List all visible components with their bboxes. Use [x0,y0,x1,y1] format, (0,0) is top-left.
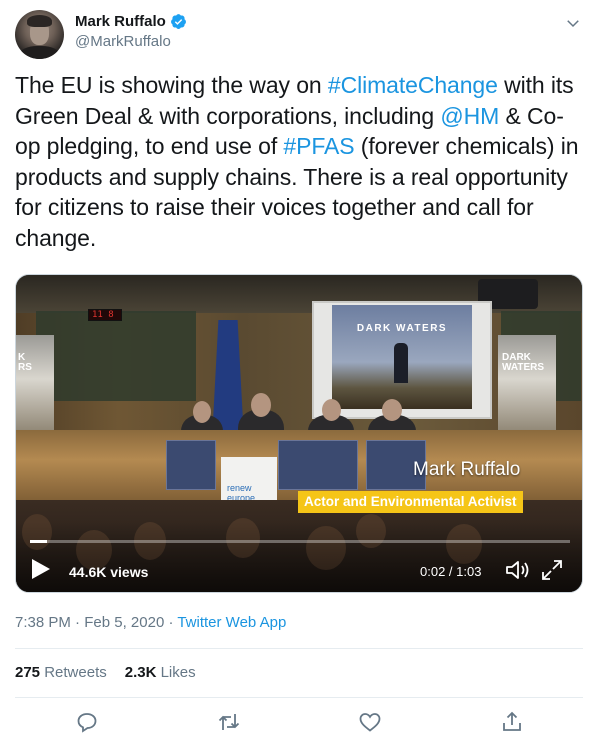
meta-separator: · [164,614,178,631]
retweets-stat[interactable]: 275 Retweets [15,664,107,681]
tweet-text-segment: The EU is showing the way on [15,72,328,98]
caption-name: Mark Ruffalo [413,459,521,480]
view-count: 44.6K views [69,564,149,580]
side-banner-right-text: DARK WATERS [502,352,545,373]
avatar-hair [27,15,52,27]
volume-icon[interactable] [504,558,530,582]
video-scene-window [36,311,196,401]
video-controls-shade [16,522,582,592]
display-name[interactable]: Mark Ruffalo [75,13,166,30]
tweet-stats: 275 Retweets 2.3K Likes [15,664,196,681]
clock-text: 11 8 [92,310,114,320]
tweet-actions [0,710,598,738]
progress-bar[interactable] [30,540,570,543]
tweet-link[interactable]: #PFAS [283,133,354,159]
tweet-source[interactable]: Twitter Web App [177,614,286,631]
tweet-link[interactable]: #ClimateChange [328,72,498,98]
panelist-head [382,399,402,421]
reply-icon[interactable] [75,710,99,734]
fullscreen-icon[interactable] [540,558,564,582]
panelist-head [322,399,341,421]
side-banner-right: DARK WATERS [498,335,556,445]
video-scene-clock: 11 8 [88,309,122,321]
poster-figure [394,343,408,383]
side-banner-left-text: K RS [18,352,32,373]
tweet-link[interactable]: @HM [440,103,499,129]
desk-panel [166,440,216,490]
desk-panel [278,440,358,490]
avatar-shirt [19,46,60,59]
progress-fill [30,540,48,543]
tweet-time[interactable]: 7:38 PM [15,614,71,631]
tweet-header: Mark Ruffalo @MarkRuffalo [15,10,585,62]
name-row: Mark Ruffalo [75,13,187,30]
meta-separator: · [70,614,85,631]
retweets-label: Retweets [44,664,107,681]
movie-poster: DARK WATERS [332,305,472,409]
chevron-down-icon[interactable] [564,14,582,32]
share-icon[interactable] [500,710,524,734]
like-icon[interactable] [358,710,382,734]
avatar[interactable] [15,10,64,59]
tweet-date[interactable]: Feb 5, 2020 [84,614,164,631]
retweet-icon[interactable] [217,710,241,734]
play-icon[interactable] [30,557,52,581]
divider [15,648,583,649]
side-banner-left: K RS [16,335,54,445]
tweet-text: The EU is showing the way on #ClimateCha… [15,70,583,253]
video-player[interactable]: 11 8 K RS DARK WATERS DARK WATERS renew … [15,274,583,593]
likes-label: Likes [160,664,196,681]
verified-badge-icon [170,14,186,29]
caption-role: Actor and Environmental Activist [298,491,523,513]
video-time: 0:02 / 1:03 [420,564,482,579]
divider [15,697,583,698]
panelist-head [251,393,271,417]
retweets-count: 275 [15,664,41,681]
poster-title: DARK WATERS [356,323,448,334]
user-info: Mark Ruffalo @MarkRuffalo [75,13,187,50]
tweet-meta: 7:38 PM · Feb 5, 2020 · Twitter Web App [15,614,286,631]
likes-stat[interactable]: 2.3K Likes [125,664,196,681]
user-handle[interactable]: @MarkRuffalo [75,33,187,50]
likes-count: 2.3K [124,664,157,681]
panelist-head [193,401,211,423]
